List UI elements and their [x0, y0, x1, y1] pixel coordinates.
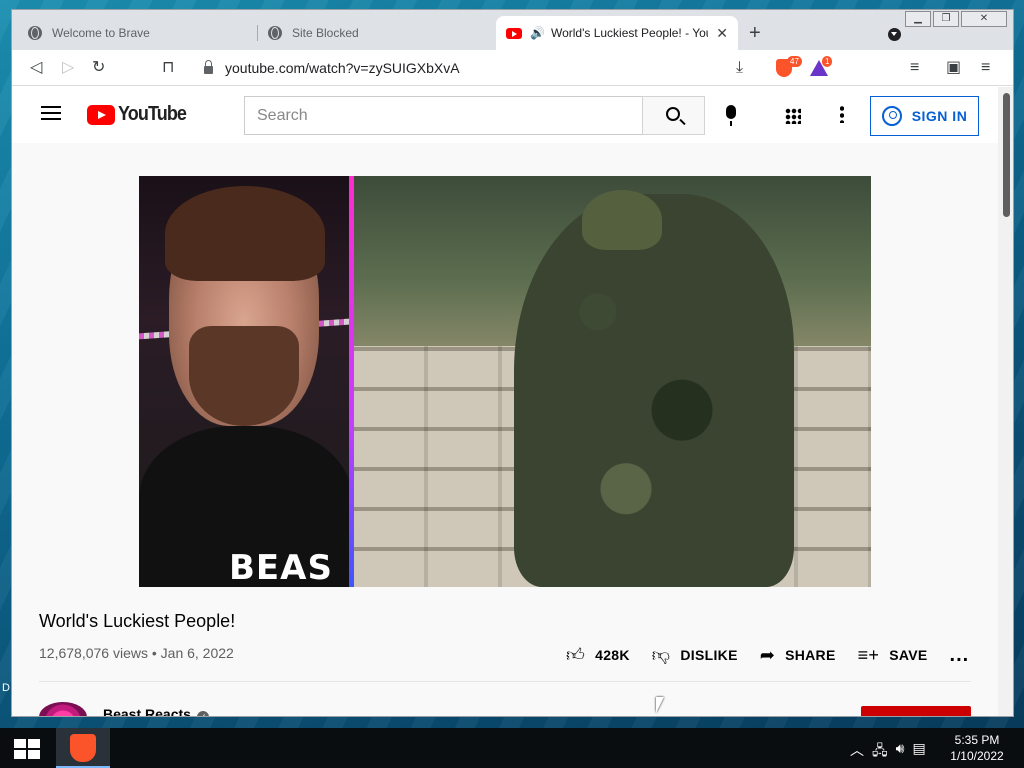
hamburger-menu-icon[interactable]	[41, 106, 61, 120]
back-icon[interactable]: ◁	[30, 58, 42, 78]
channel-name[interactable]: Beast Reacts	[103, 706, 191, 716]
apps-grid-icon[interactable]	[785, 108, 801, 124]
hair	[165, 186, 325, 281]
upload-date: Jan 6, 2022	[160, 645, 234, 661]
forward-icon[interactable]: ▷	[62, 58, 74, 78]
view-count: 12,678,076 views	[39, 645, 148, 661]
sign-in-label: SIGN IN	[911, 108, 968, 124]
video-actions: 👍︎ 428K 👎︎ DISLIKE ➦ SHARE ≡+ SAVE ...	[566, 644, 991, 667]
shields-count-badge: 47	[787, 56, 802, 67]
soldier-figure	[514, 194, 794, 587]
youtube-play-icon	[87, 104, 115, 125]
reaction-pane: BEAS	[139, 176, 352, 587]
like-count: 428K	[595, 647, 630, 663]
page-scrollbar[interactable]	[998, 87, 1013, 716]
taskbar-clock[interactable]: 5:35 PM 1/10/2022	[950, 732, 1004, 764]
video-player[interactable]: BEAS	[139, 176, 871, 587]
window-controls: ▁ ❐ ✕	[903, 11, 1007, 27]
helmet	[582, 190, 662, 250]
chevron-up-icon[interactable]: ︿	[850, 740, 864, 764]
video-title: World's Luckiest People!	[39, 611, 236, 631]
globe-icon	[268, 26, 282, 40]
subscribe-button[interactable]: SUBSCRIBE	[861, 706, 971, 716]
dislike-label: DISLIKE	[680, 647, 738, 663]
download-icon[interactable]: ⤓	[736, 58, 743, 78]
desktop-icon-label: D	[2, 682, 10, 694]
more-actions-button[interactable]: ...	[950, 644, 970, 667]
like-button[interactable]: 👍︎ 428K	[566, 644, 630, 666]
tab-youtube-active[interactable]: 🔊 World's Luckiest People! - You ✕	[496, 16, 738, 50]
thumbs-up-icon: 👍︎	[566, 645, 586, 665]
channel-avatar[interactable]	[39, 702, 87, 716]
search-icon	[666, 107, 680, 121]
address-text[interactable]: youtube.com/watch?v=zySUIGXbXvA	[225, 60, 460, 76]
tab-title: World's Luckiest People! - You	[550, 26, 709, 40]
channel-name-row: Beast Reacts ✓	[103, 706, 209, 716]
new-tab-button[interactable]: +	[749, 23, 761, 43]
taskbar: ︿ 🖧 🔊︎ ▤ 5:35 PM 1/10/2022	[0, 728, 1024, 768]
system-tray: ︿ 🖧 🔊︎ ▤	[850, 740, 926, 764]
share-icon: ➦	[759, 644, 776, 665]
browser-window: Welcome to Brave Site Blocked 🔊 World's …	[11, 9, 1014, 717]
globe-icon	[28, 26, 42, 40]
shirt-text: BEAS	[229, 548, 333, 587]
tab-title: Site Blocked	[292, 26, 359, 40]
sign-in-button[interactable]: SIGN IN	[870, 96, 979, 136]
search-input[interactable]: Search	[244, 96, 643, 135]
menu-icon[interactable]: ≡	[981, 58, 990, 78]
meta-separator: •	[151, 645, 161, 661]
minimize-button[interactable]: ▁	[905, 11, 931, 27]
wallet-icon[interactable]: ▣	[946, 58, 961, 78]
microphone-icon[interactable]	[726, 105, 736, 126]
taskbar-brave-button[interactable]	[56, 728, 110, 768]
lock-icon	[204, 59, 213, 74]
search-button[interactable]	[642, 96, 705, 135]
clock-date: 1/10/2022	[950, 749, 1004, 763]
media-queue-icon[interactable]: ≡	[910, 58, 919, 78]
tab-welcome[interactable]: Welcome to Brave	[18, 16, 258, 50]
logo-text: YouTube	[118, 103, 187, 125]
notification-icon[interactable]: ▤	[912, 740, 925, 764]
tab-strip: Welcome to Brave Site Blocked 🔊 World's …	[12, 10, 1013, 50]
tab-search-icon[interactable]	[888, 28, 901, 41]
rewards-count-badge: 1	[822, 56, 833, 67]
youtube-page: YouTube Search SIGN IN BEAS World's Luck…	[12, 87, 998, 716]
thumbs-down-icon: 👎︎	[651, 645, 671, 665]
address-bar[interactable]: youtube.com/watch?v=zySUIGXbXvA	[192, 54, 767, 82]
tab-title: Welcome to Brave	[52, 26, 150, 40]
close-tab-icon[interactable]: ✕	[716, 25, 728, 42]
divider	[39, 681, 971, 682]
verified-icon: ✓	[196, 711, 209, 716]
clip-pane	[354, 176, 871, 587]
volume-icon[interactable]: 🔊︎	[896, 740, 905, 764]
speaker-icon[interactable]: 🔊	[530, 26, 545, 40]
user-icon	[881, 106, 902, 126]
youtube-favicon-icon	[506, 27, 522, 39]
reload-icon[interactable]: ↻	[92, 58, 105, 78]
windows-start-icon[interactable]	[14, 739, 40, 759]
browser-toolbar: ◁ ▷ ↻ ⊓ youtube.com/watch?v=zySUIGXbXvA …	[12, 50, 1013, 86]
save-button[interactable]: ≡+ SAVE	[858, 645, 928, 666]
settings-menu-icon[interactable]	[840, 105, 844, 123]
share-label: SHARE	[785, 647, 836, 663]
bookmark-icon[interactable]: ⊓	[162, 58, 174, 78]
clock-time: 5:35 PM	[954, 733, 1000, 747]
youtube-logo[interactable]: YouTube	[87, 103, 194, 126]
add-to-playlist-icon: ≡+	[857, 644, 880, 665]
scrollbar-thumb[interactable]	[1003, 93, 1010, 217]
restore-button[interactable]: ❐	[933, 11, 959, 27]
close-window-button[interactable]: ✕	[961, 11, 1007, 27]
video-meta: 12,678,076 views • Jan 6, 2022	[39, 645, 234, 661]
network-icon[interactable]: 🖧	[872, 740, 888, 764]
share-button[interactable]: ➦ SHARE	[760, 645, 836, 666]
dislike-button[interactable]: 👎︎ DISLIKE	[652, 644, 738, 666]
brave-lion-icon	[70, 734, 96, 762]
mouse-cursor-icon	[656, 697, 664, 713]
beard	[189, 326, 299, 426]
youtube-header: YouTube Search SIGN IN	[12, 87, 998, 143]
tab-site-blocked[interactable]: Site Blocked	[258, 16, 498, 50]
save-label: SAVE	[889, 647, 928, 663]
